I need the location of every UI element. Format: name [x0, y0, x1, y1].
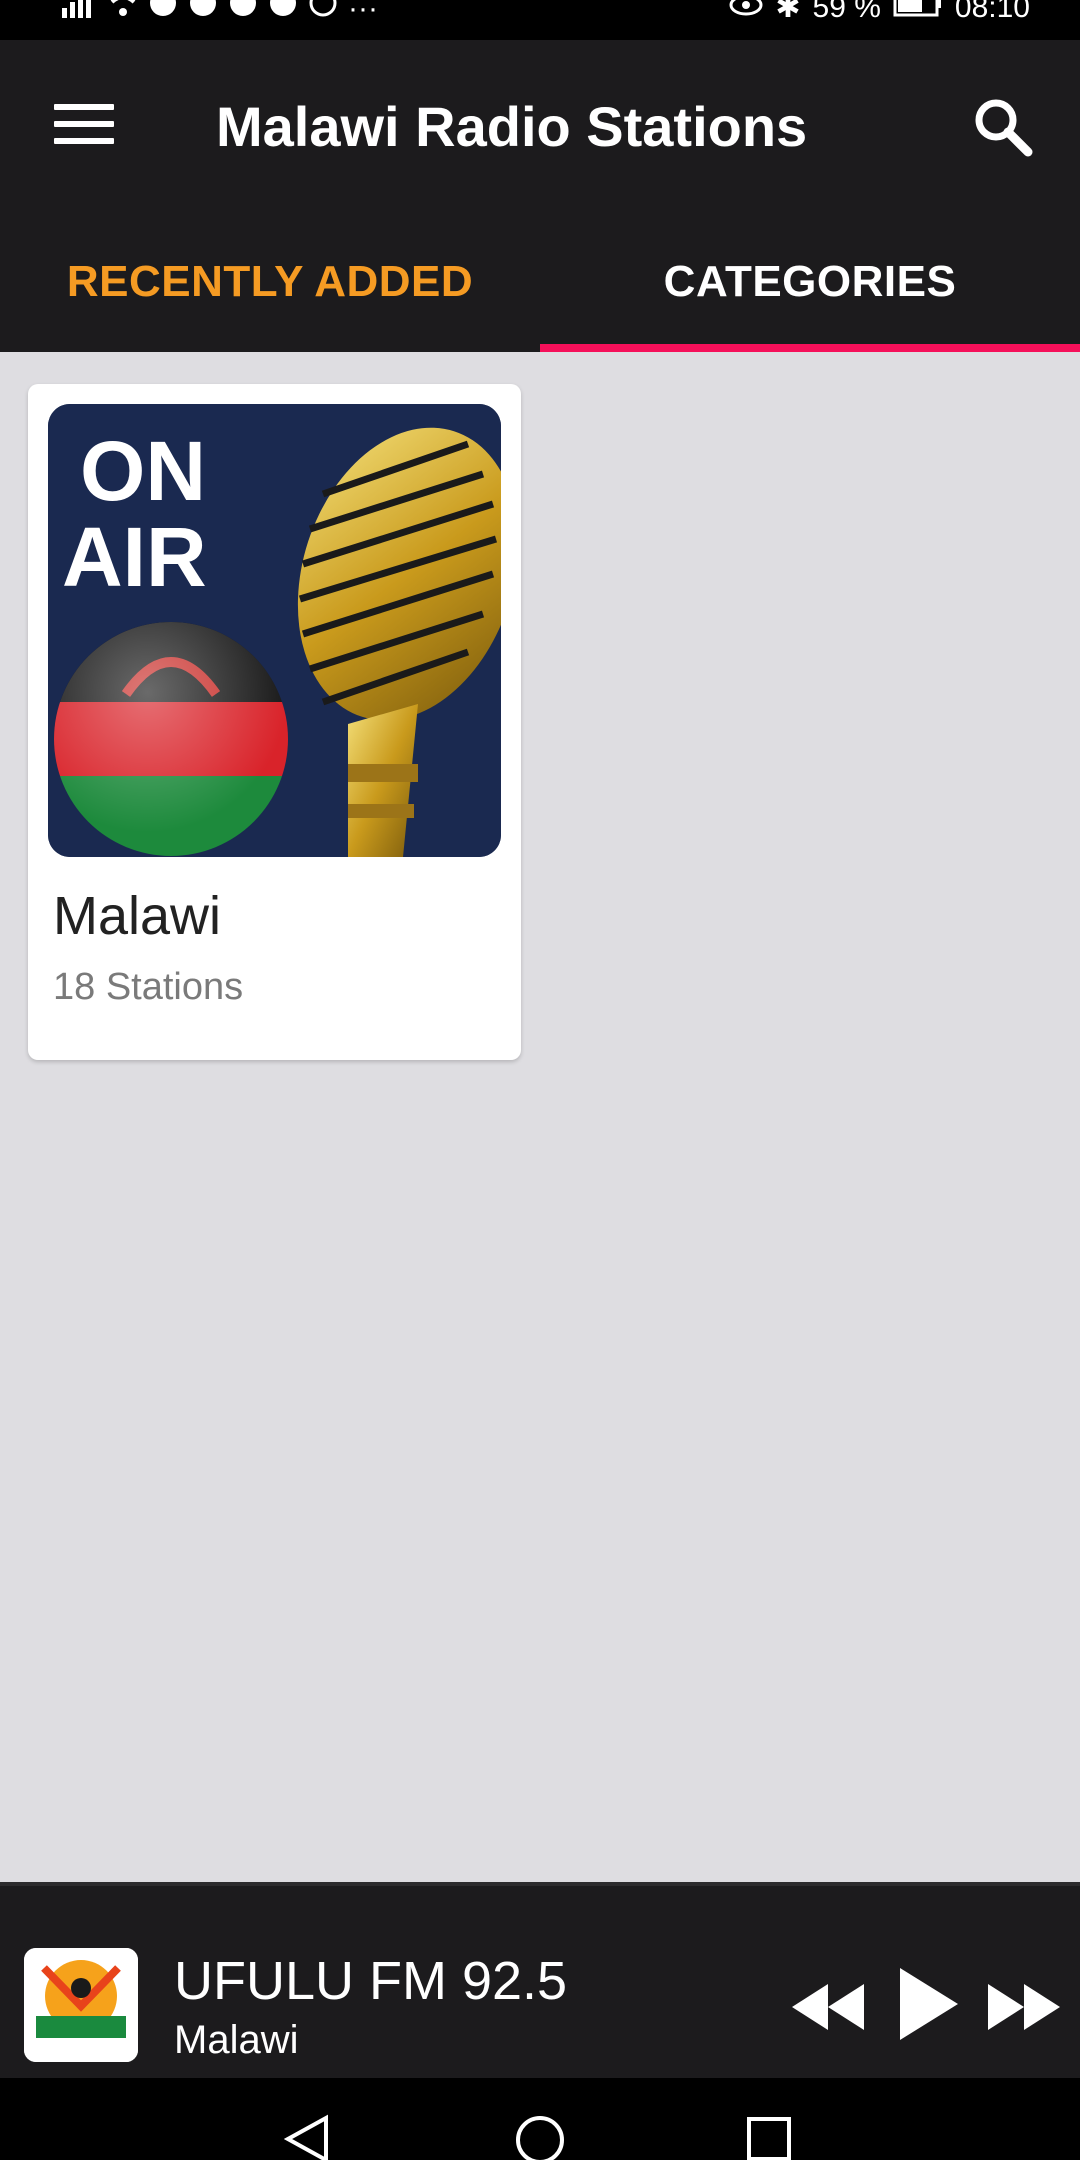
eye-icon [729, 0, 763, 28]
tab-indicator [540, 344, 1080, 352]
whatsapp-icon [308, 0, 338, 29]
search-icon [975, 99, 1033, 157]
fast-forward-icon [988, 1984, 1060, 2030]
app-icon [268, 0, 298, 29]
on-text: ON [80, 424, 206, 518]
battery-percent: 59 % [812, 0, 881, 24]
now-playing-subtitle: Malawi [174, 2018, 299, 2062]
category-artwork: ON AIR [48, 404, 501, 857]
signal-icon [62, 0, 98, 29]
status-bar: ··· ✱ 59 % 08:10 [0, 0, 1080, 40]
tab-categories[interactable]: CATEGORIES [540, 212, 1080, 352]
hamburger-icon-line [54, 138, 114, 144]
tab-bar: RECENTLY ADDED CATEGORIES [0, 212, 1080, 352]
air-text: AIR [62, 510, 207, 604]
hamburger-icon-line [54, 121, 114, 127]
menu-button[interactable] [54, 104, 114, 150]
station-logo[interactable] [24, 1948, 138, 2062]
rewind-icon [792, 1984, 864, 2030]
categories-grid: ON AIR Malawi 18 Stations [0, 352, 1080, 1882]
navigation-bar [0, 2078, 1080, 2160]
bluetooth-icon: ✱ [775, 0, 801, 24]
search-button[interactable] [972, 96, 1036, 160]
rewind-button[interactable] [790, 1982, 866, 2032]
play-button[interactable] [896, 1966, 960, 2042]
home-button[interactable] [514, 2114, 566, 2160]
back-button[interactable] [283, 2114, 330, 2160]
battery-icon [893, 0, 943, 28]
play-icon [900, 1968, 958, 2040]
hamburger-icon-line [54, 104, 114, 110]
now-playing-title: UFULU FM 92.5 [174, 1951, 568, 2011]
wifi-icon [108, 0, 138, 29]
more-icon: ··· [348, 0, 378, 25]
app-icon [228, 0, 258, 29]
page-title: Malawi Radio Stations [216, 95, 808, 158]
recents-button[interactable] [746, 2116, 792, 2160]
recents-icon [747, 2117, 791, 2160]
app-icon [148, 0, 178, 29]
status-left-icons: ··· [62, 0, 378, 29]
back-icon [283, 2114, 328, 2160]
category-title: Malawi [53, 886, 222, 946]
status-right-icons: ✱ 59 % 08:10 [729, 0, 1030, 28]
app-icon [188, 0, 218, 29]
fast-forward-button[interactable] [986, 1982, 1062, 2032]
home-icon [516, 2116, 564, 2160]
tab-recently-added[interactable]: RECENTLY ADDED [0, 212, 540, 352]
category-station-count: 18 Stations [53, 966, 244, 1008]
mini-player[interactable]: UFULU FM 92.5 Malawi [0, 1882, 1080, 2078]
category-card-malawi[interactable]: ON AIR Malawi 18 Stations [28, 384, 521, 1060]
clock: 08:10 [954, 0, 1030, 24]
